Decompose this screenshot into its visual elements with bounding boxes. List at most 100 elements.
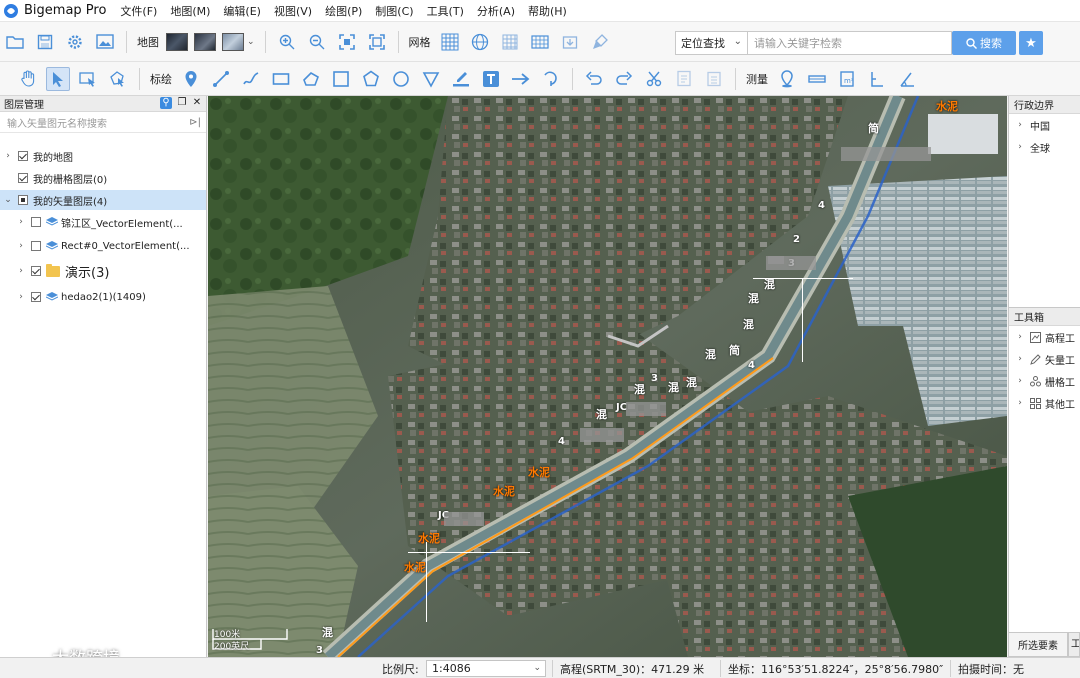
measure-distance-button[interactable] xyxy=(805,67,829,91)
save-button[interactable] xyxy=(33,30,57,54)
tree-item-demo-folder[interactable]: › 演示(3) xyxy=(0,261,206,281)
zoom-out-button[interactable] xyxy=(305,30,329,54)
layer-checkbox[interactable] xyxy=(18,173,28,183)
collapse-filter-icon[interactable]: ⊳| xyxy=(189,117,201,128)
measure-height-button[interactable] xyxy=(865,67,889,91)
tree-item-vector-layers[interactable]: ⌄ 我的矢量图层(4) xyxy=(0,190,206,210)
tab-tools[interactable]: 工 xyxy=(1068,632,1080,657)
layer-checkbox[interactable] xyxy=(31,266,41,276)
square-button[interactable] xyxy=(329,67,353,91)
paste-button[interactable] xyxy=(702,67,726,91)
chevron-right-icon[interactable]: › xyxy=(1015,120,1025,130)
layer-checkbox[interactable] xyxy=(31,241,41,251)
pan-button[interactable] xyxy=(16,67,40,91)
line-button[interactable] xyxy=(209,67,233,91)
chevron-right-icon[interactable]: › xyxy=(1015,398,1025,408)
box-select-button[interactable] xyxy=(76,67,100,91)
full-extent-button[interactable] xyxy=(365,30,389,54)
undo-button[interactable] xyxy=(582,67,606,91)
sector-button[interactable] xyxy=(539,67,563,91)
search-button[interactable]: 搜索 xyxy=(952,31,1016,55)
chevron-down-icon[interactable]: ⌄ xyxy=(3,195,13,205)
circle-button[interactable] xyxy=(389,67,413,91)
map-source-thumb-1[interactable] xyxy=(166,32,188,51)
marker-button[interactable] xyxy=(179,67,203,91)
admin-item-global[interactable]: › 全球 xyxy=(1009,136,1080,158)
tree-item-jinjiang[interactable]: › 锦江区_VectorElement(... xyxy=(0,212,206,232)
search-icon xyxy=(966,37,977,49)
menu-edit[interactable]: 编辑(E) xyxy=(223,3,261,19)
export-button[interactable] xyxy=(558,30,582,54)
pentagon-button[interactable] xyxy=(359,67,383,91)
tree-item-rect0[interactable]: › Rect#0_VectorElement(... xyxy=(0,236,206,256)
chevron-down-icon[interactable]: ⌄ xyxy=(247,37,255,47)
layer-checkbox[interactable] xyxy=(18,151,28,161)
toolbox-item-raster[interactable]: › 栅格工 xyxy=(1009,370,1080,392)
chevron-right-icon[interactable]: › xyxy=(1015,332,1025,342)
freeform-button[interactable] xyxy=(299,67,323,91)
chevron-right-icon[interactable]: › xyxy=(16,241,26,251)
triangle-button[interactable] xyxy=(419,67,443,91)
polygon-select-button[interactable] xyxy=(106,67,130,91)
map-canvas[interactable]: 水泥 水泥 水泥 水泥 水泥 混 混 混 混 混 混 混 混 简 简 JC JC… xyxy=(208,96,1007,657)
menu-help[interactable]: 帮助(H) xyxy=(528,3,567,19)
zoom-in-button[interactable] xyxy=(275,30,299,54)
menu-map[interactable]: 地图(M) xyxy=(170,3,210,19)
scale-select[interactable]: 1:4086 ⌄ xyxy=(426,660,546,677)
chevron-right-icon[interactable]: › xyxy=(16,266,26,276)
tree-item-hedao2[interactable]: › hedao2(1)(1409) xyxy=(0,287,206,307)
clear-button[interactable] xyxy=(588,30,612,54)
tree-item-my-map[interactable]: › 我的地图 xyxy=(0,146,206,166)
admin-item-china[interactable]: › 中国 xyxy=(1009,114,1080,136)
close-icon[interactable]: ✕ xyxy=(191,97,203,109)
layer-checkbox[interactable] xyxy=(18,195,28,205)
tree-item-raster-layers[interactable]: 我的栅格图层(0) xyxy=(0,168,206,188)
map-source-thumb-3[interactable] xyxy=(222,32,244,51)
layer-search-icon[interactable]: ⚲ xyxy=(160,97,172,109)
menu-cartography[interactable]: 制图(C) xyxy=(375,3,413,19)
rectangle-button[interactable] xyxy=(269,67,293,91)
measure-area-button[interactable]: m² xyxy=(835,67,859,91)
map-source-thumb-2[interactable] xyxy=(194,32,216,51)
chevron-right-icon[interactable]: › xyxy=(1015,142,1025,152)
arrow-button[interactable] xyxy=(509,67,533,91)
measure-angle-button[interactable] xyxy=(895,67,919,91)
settings-button[interactable] xyxy=(63,30,87,54)
float-panel-icon[interactable]: ❐ xyxy=(176,97,188,109)
locate-mode-select[interactable]: 定位查找 ⌄ xyxy=(675,31,748,55)
chevron-right-icon[interactable]: › xyxy=(1015,376,1025,386)
image-button[interactable] xyxy=(93,30,117,54)
menu-draw[interactable]: 绘图(P) xyxy=(325,3,362,19)
utm-grid-button[interactable] xyxy=(468,30,492,54)
chevron-right-icon[interactable]: › xyxy=(1015,354,1025,364)
sheet-grid-button[interactable] xyxy=(498,30,522,54)
menu-view[interactable]: 视图(V) xyxy=(274,3,312,19)
redo-button[interactable] xyxy=(612,67,636,91)
text-button[interactable] xyxy=(479,67,503,91)
menu-analysis[interactable]: 分析(A) xyxy=(477,3,515,19)
chevron-right-icon[interactable]: › xyxy=(16,292,26,302)
menu-file[interactable]: 文件(F) xyxy=(120,3,157,19)
layer-checkbox[interactable] xyxy=(31,292,41,302)
curve-button[interactable] xyxy=(239,67,263,91)
measure-line-button[interactable] xyxy=(449,67,473,91)
tab-selected-elements[interactable]: 所选要素 xyxy=(1008,632,1068,657)
fit-extent-button[interactable] xyxy=(335,30,359,54)
layer-checkbox[interactable] xyxy=(31,217,41,227)
toolbox-item-elevation[interactable]: › 高程工 xyxy=(1009,326,1080,348)
layer-filter-input[interactable]: 输入矢量图元名称搜索 ⊳| xyxy=(0,113,206,133)
measure-point-button[interactable] xyxy=(775,67,799,91)
tile-grid-button[interactable] xyxy=(528,30,552,54)
toolbox-item-vector[interactable]: › 矢量工 xyxy=(1009,348,1080,370)
open-folder-button[interactable] xyxy=(3,30,27,54)
favorites-button[interactable]: ★ xyxy=(1019,31,1043,55)
search-input[interactable]: 请输入关键字检索 xyxy=(748,31,952,55)
select-button[interactable] xyxy=(46,66,70,91)
copy-button[interactable] xyxy=(672,67,696,91)
cut-button[interactable] xyxy=(642,67,666,91)
grid-button[interactable] xyxy=(438,30,462,54)
menu-tools[interactable]: 工具(T) xyxy=(427,3,464,19)
chevron-right-icon[interactable]: › xyxy=(16,217,26,227)
chevron-right-icon[interactable]: › xyxy=(3,151,13,161)
toolbox-item-other[interactable]: › 其他工 xyxy=(1009,392,1080,414)
